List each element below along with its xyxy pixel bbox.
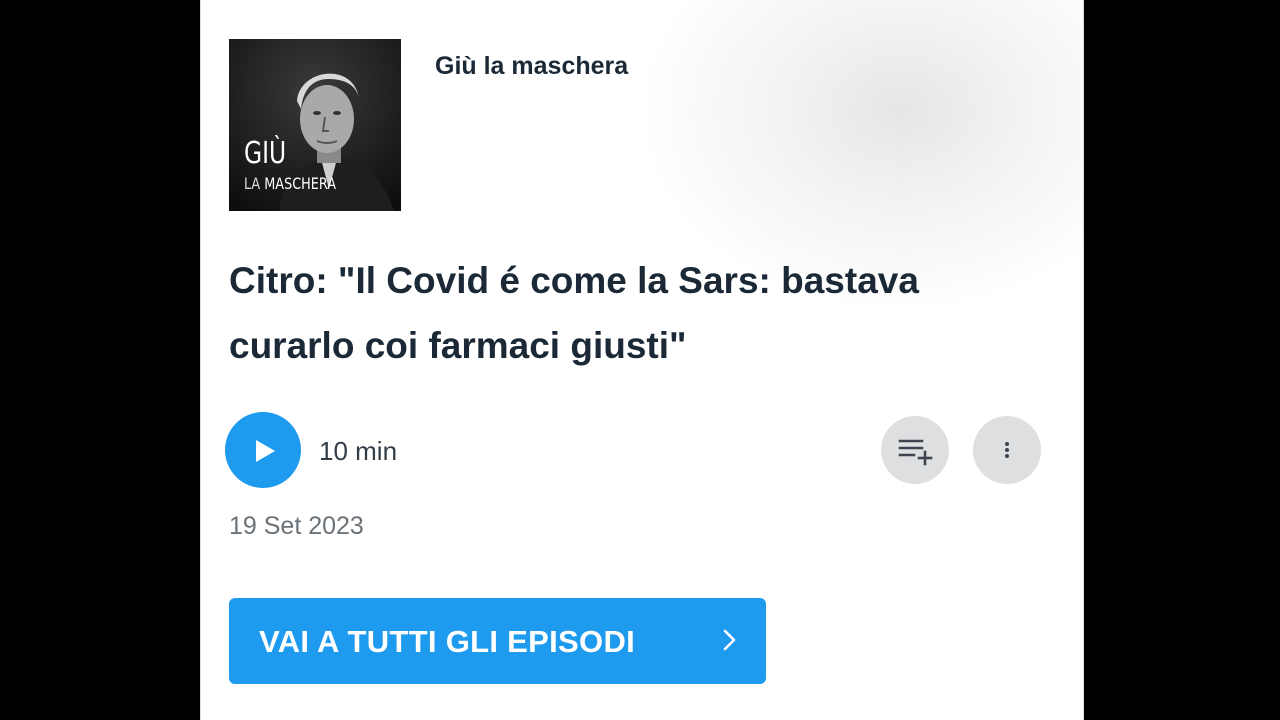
all-episodes-label: VAI A TUTTI GLI EPISODI bbox=[259, 624, 636, 659]
cover-subtitle-text: LA MASCHERA bbox=[244, 176, 336, 192]
episode-card: GIÙ LA MASCHERA Giù la maschera Citro: "… bbox=[200, 0, 1084, 720]
cover-sub-la: LA bbox=[244, 174, 261, 193]
play-button[interactable] bbox=[225, 412, 301, 488]
chevron-right-icon bbox=[723, 629, 736, 651]
add-to-queue-icon bbox=[898, 439, 933, 466]
more-options-button[interactable] bbox=[973, 416, 1041, 484]
play-icon bbox=[256, 440, 275, 462]
cover-sub-maschera: MASCHERA bbox=[264, 174, 336, 193]
all-episodes-button[interactable]: VAI A TUTTI GLI EPISODI bbox=[229, 598, 766, 684]
add-to-queue-button[interactable] bbox=[881, 416, 949, 484]
podcast-name-link[interactable]: Giù la maschera bbox=[435, 52, 628, 81]
episode-duration: 10 min bbox=[319, 436, 398, 466]
podcast-cover-image[interactable]: GIÙ LA MASCHERA bbox=[229, 39, 401, 211]
more-vertical-icon bbox=[1005, 442, 1009, 458]
cover-title-text: GIÙ bbox=[244, 136, 287, 171]
episode-date: 19 Set 2023 bbox=[229, 512, 364, 540]
episode-title: Citro: "Il Covid é come la Sars: bastava… bbox=[229, 260, 919, 366]
